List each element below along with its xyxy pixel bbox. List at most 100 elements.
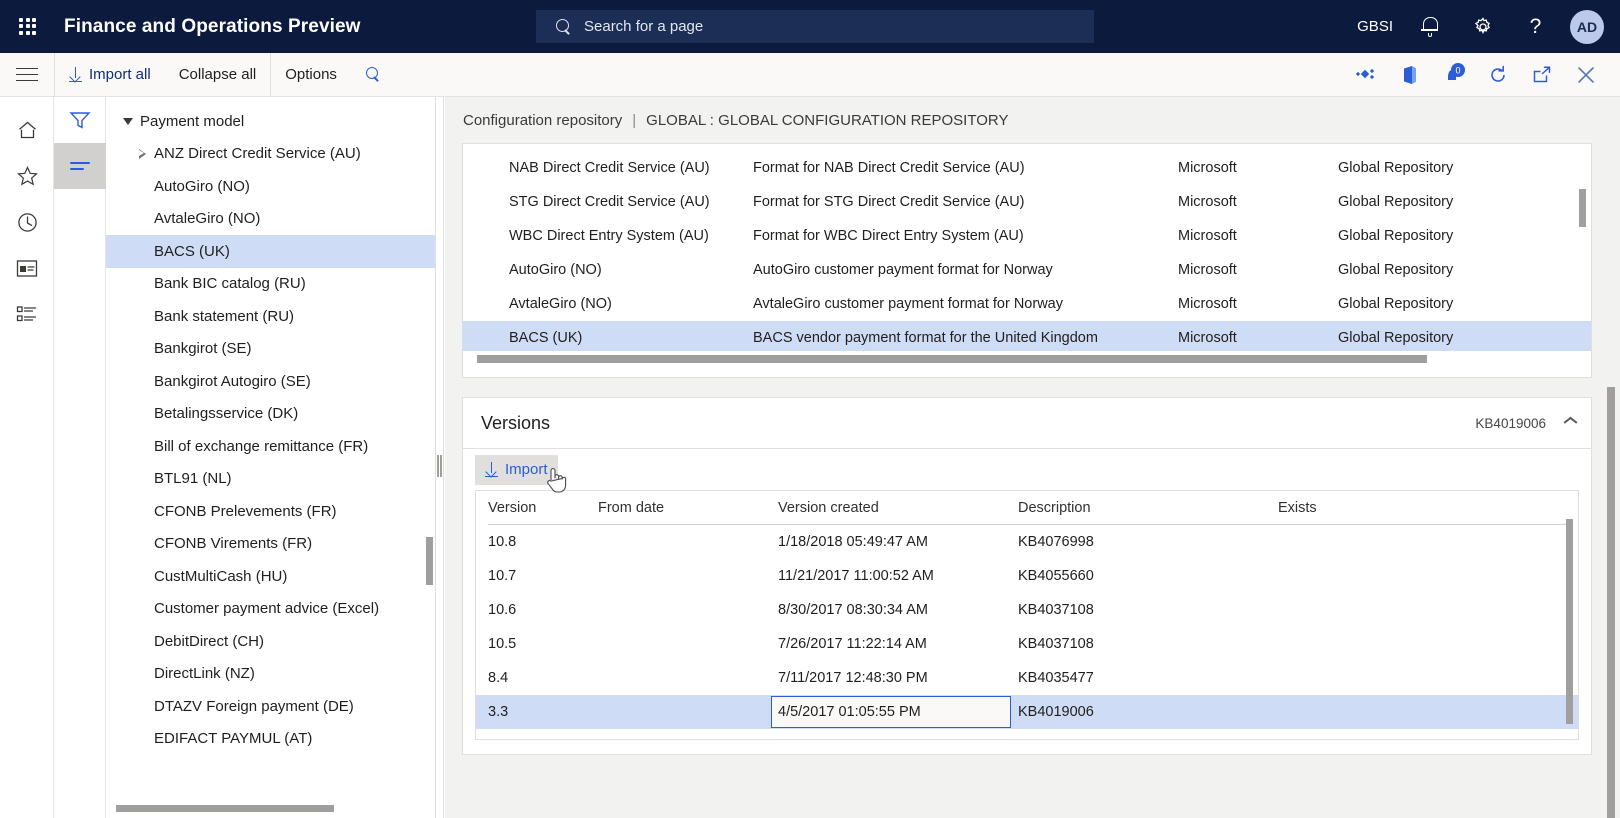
avatar[interactable]: AD <box>1570 10 1604 44</box>
cell-name[interactable]: STG Direct Credit Service (AU) <box>463 194 753 210</box>
tree-root-node[interactable]: Payment model <box>106 105 436 138</box>
cell-repository[interactable]: Global Repository <box>1338 262 1558 278</box>
table-row[interactable]: STG Direct Credit Service (AU)Format for… <box>463 185 1591 219</box>
cell-name[interactable]: WBC Direct Entry System (AU) <box>463 228 753 244</box>
tree-scroll-region[interactable]: Payment model ANZ Direct Credit Service … <box>106 97 436 799</box>
tree-item[interactable]: Customer payment advice (Excel) <box>106 593 436 626</box>
column-header-from-date[interactable]: From date <box>598 500 778 516</box>
cell-description[interactable]: KB4055660 <box>1018 568 1278 584</box>
tree-item[interactable]: Bankgirot Autogiro (SE) <box>106 365 436 398</box>
table-row[interactable]: AvtaleGiro (NO)AvtaleGiro customer payme… <box>463 287 1591 321</box>
tree-item[interactable]: Betalingsservice (DK) <box>106 398 436 431</box>
table-row[interactable]: BACS (UK)BACS vendor payment format for … <box>463 321 1591 351</box>
global-search-input[interactable]: Search for a page <box>536 10 1094 43</box>
table-row[interactable]: 10.8 1/18/2018 05:49:47 AMKB4076998 <box>476 525 1578 559</box>
cell-description[interactable]: AutoGiro customer payment format for Nor… <box>753 262 1178 278</box>
page-vertical-scrollbar[interactable] <box>1607 387 1615 818</box>
sidebar-item-workspaces[interactable] <box>0 245 54 291</box>
table-row[interactable]: 10.5 7/26/2017 11:22:14 AMKB4037108 <box>476 627 1578 661</box>
cell-version[interactable]: 10.5 <box>488 636 598 652</box>
notification-badge-icon[interactable]: 0 <box>1434 53 1474 97</box>
cell-version[interactable]: 10.6 <box>488 602 598 618</box>
attachments-icon[interactable] <box>1346 53 1386 97</box>
repository-grid-horizontal-scrollbar[interactable] <box>477 355 1519 363</box>
tree-item[interactable]: BTL91 (NL) <box>106 463 436 496</box>
cell-description[interactable]: AvtaleGiro customer payment format for N… <box>753 296 1178 312</box>
chevron-down-icon[interactable] <box>116 118 140 125</box>
cell-description[interactable]: KB4037108 <box>1018 602 1278 618</box>
table-row[interactable]: 10.68/30/2017 08:30:34 AMKB4037108 <box>476 593 1578 627</box>
cell-repository[interactable]: Global Repository <box>1338 296 1558 312</box>
cell-repository[interactable]: Global Repository <box>1338 330 1558 346</box>
notifications-button[interactable] <box>1403 0 1456 53</box>
sidebar-item-home[interactable] <box>0 107 54 153</box>
table-row[interactable]: 1.24/5/2017 01:05:55 PMKB4019006,3182046 <box>476 729 1578 740</box>
chevron-up-icon[interactable] <box>1564 419 1577 427</box>
help-button[interactable]: ? <box>1509 0 1562 53</box>
cell-description[interactable]: KB4076998 <box>1018 534 1278 550</box>
cell-publisher[interactable]: Microsoft <box>1178 228 1338 244</box>
tree-item[interactable]: DebitDirect (CH) <box>106 625 436 658</box>
tree-item[interactable]: ANZ Direct Credit Service (AU) <box>106 138 436 171</box>
cell-description[interactable]: KB4035477 <box>1018 670 1278 686</box>
cell-name[interactable]: NAB Direct Credit Service (AU) <box>463 160 753 176</box>
open-in-new-window-icon[interactable] <box>1522 53 1562 97</box>
hamburger-icon[interactable] <box>0 53 54 97</box>
repository-grid-vertical-scrollbar[interactable] <box>1579 189 1586 227</box>
table-row[interactable]: NAB Direct Credit Service (AU)Format for… <box>463 151 1591 185</box>
cell-version[interactable]: 3.3 <box>488 704 598 720</box>
table-row[interactable]: 3.34/5/2017 01:05:55 PMKB4019006 <box>476 695 1578 729</box>
tree-item[interactable]: Bankgirot (SE) <box>106 333 436 366</box>
close-icon[interactable] <box>1566 53 1606 97</box>
tree-item[interactable]: DirectLink (NZ) <box>106 658 436 691</box>
cell-version-created[interactable]: 1/18/2018 05:49:47 AM <box>778 534 1018 550</box>
table-row[interactable]: 8.4 7/11/2017 12:48:30 PMKB4035477 <box>476 661 1578 695</box>
cell-version[interactable]: 8.4 <box>488 670 598 686</box>
panel-splitter[interactable] <box>436 97 444 818</box>
panel-tab-list[interactable] <box>54 143 106 189</box>
options-button[interactable]: Options <box>271 53 351 97</box>
table-row[interactable]: 10.7 11/21/2017 11:00:52 AMKB4055660 <box>476 559 1578 593</box>
chevron-right-icon[interactable] <box>130 149 154 159</box>
sidebar-item-recent[interactable] <box>0 199 54 245</box>
cell-version-created[interactable]: 7/11/2017 12:48:30 PM <box>778 670 1018 686</box>
column-header-exists[interactable]: Exists <box>1278 500 1398 516</box>
cell-name[interactable]: AutoGiro (NO) <box>463 262 753 278</box>
cell-repository[interactable]: Global Repository <box>1338 228 1558 244</box>
tree-item[interactable]: Bill of exchange remittance (FR) <box>106 430 436 463</box>
cell-version[interactable]: 1.2 <box>488 738 598 740</box>
cell-version[interactable]: 10.7 <box>488 568 598 584</box>
cell-version[interactable]: 10.8 <box>488 534 598 550</box>
cell-version-created[interactable]: 4/5/2017 01:05:55 PM <box>771 696 1011 728</box>
tree-item[interactable]: Bank statement (RU) <box>106 300 436 333</box>
tree-item[interactable]: BACS (UK) <box>106 235 436 268</box>
tree-item[interactable]: Bank BIC catalog (RU) <box>106 268 436 301</box>
cell-version-created[interactable]: 11/21/2017 11:00:52 AM <box>778 568 1018 584</box>
cell-publisher[interactable]: Microsoft <box>1178 160 1338 176</box>
table-row[interactable]: WBC Direct Entry System (AU)Format for W… <box>463 219 1591 253</box>
cell-name[interactable]: AvtaleGiro (NO) <box>463 296 753 312</box>
cell-description[interactable]: BACS vendor payment format for the Unite… <box>753 330 1178 346</box>
cell-description[interactable]: KB4019006,3182046 <box>1018 738 1278 740</box>
tree-item[interactable]: AvtaleGiro (NO) <box>106 203 436 236</box>
cell-repository[interactable]: Global Repository <box>1338 160 1558 176</box>
tree-item[interactable]: DTAZV Foreign payment (DE) <box>106 690 436 723</box>
repository-grid-scroll-region[interactable]: NAB Direct Credit Service (AU)Format for… <box>463 151 1591 351</box>
collapse-all-button[interactable]: Collapse all <box>165 53 271 97</box>
app-launcher-icon[interactable] <box>0 0 56 53</box>
tree-item[interactable]: CustMultiCash (HU) <box>106 560 436 593</box>
table-row[interactable]: AutoGiro (NO)AutoGiro customer payment f… <box>463 253 1591 287</box>
cell-publisher[interactable]: Microsoft <box>1178 330 1338 346</box>
company-selector[interactable]: GBSI <box>1347 0 1403 53</box>
column-header-version[interactable]: Version <box>488 500 598 516</box>
cell-publisher[interactable]: Microsoft <box>1178 296 1338 312</box>
import-all-button[interactable]: Import all <box>55 53 165 97</box>
tree-item[interactable]: CFONB Virements (FR) <box>106 528 436 561</box>
cell-name[interactable]: BACS (UK) <box>463 330 753 346</box>
cell-version-created[interactable]: 7/26/2017 11:22:14 AM <box>778 636 1018 652</box>
tree-horizontal-scrollbar[interactable] <box>116 805 420 812</box>
tree-vertical-scrollbar[interactable] <box>426 537 433 585</box>
cell-description[interactable]: KB4037108 <box>1018 636 1278 652</box>
tree-item[interactable]: EDIFACT PAYMUL (AT) <box>106 723 436 756</box>
column-header-description[interactable]: Description <box>1018 500 1278 516</box>
